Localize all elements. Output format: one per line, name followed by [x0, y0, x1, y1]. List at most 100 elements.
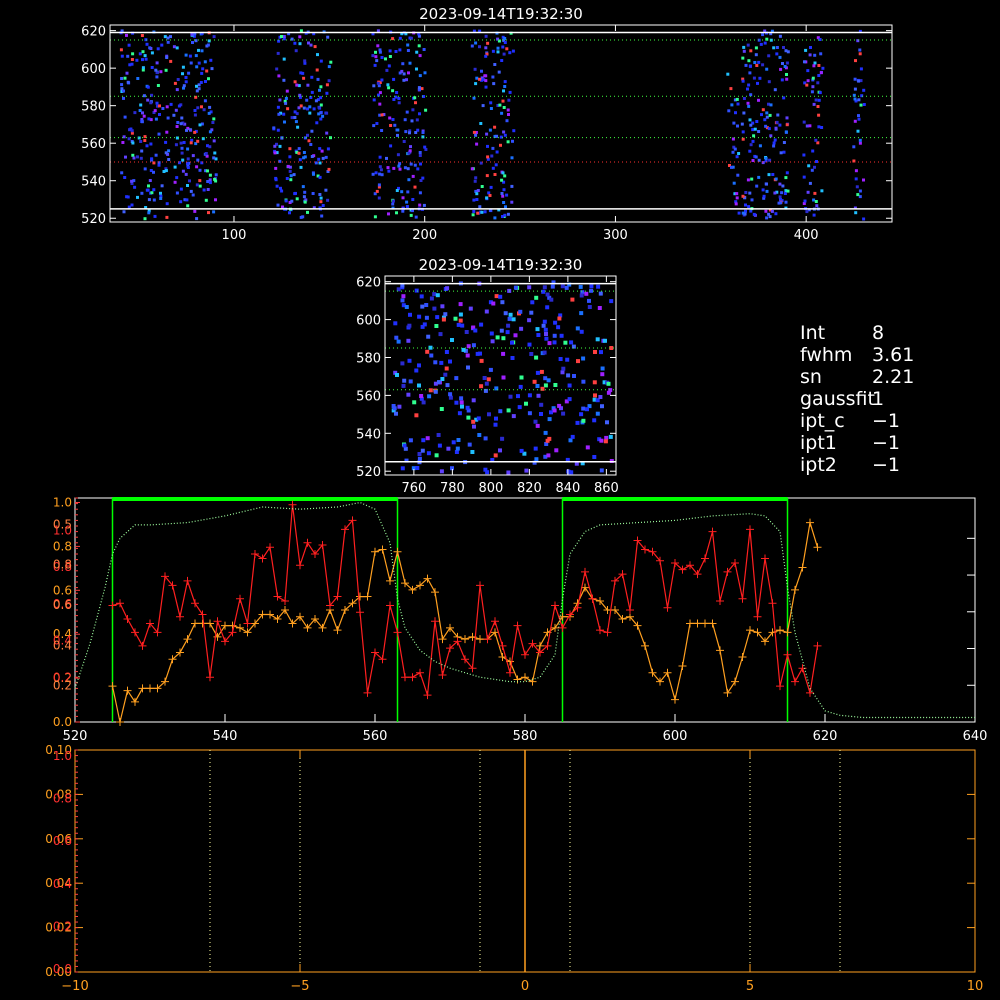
top-panel-pixel — [195, 84, 198, 88]
top-panel-pixel — [288, 211, 291, 215]
top-panel-pixel — [196, 139, 200, 143]
profile-point — [791, 677, 799, 686]
top-panel-pixel — [805, 210, 809, 214]
top-panel-pixel — [172, 113, 176, 117]
top-panel-pixel — [149, 142, 153, 146]
top-panel-pixel — [855, 185, 859, 189]
top-panel-pixel — [150, 191, 154, 195]
top-panel-pixel — [180, 151, 184, 155]
info-value: 2.21 — [872, 366, 915, 388]
top-panel-pixel — [283, 120, 286, 124]
top-panel-pixel — [131, 52, 135, 56]
top-panel-pixel — [293, 192, 297, 196]
top-panel-pixel — [373, 215, 377, 219]
profile-ytick-label-mixed: 0.8 — [53, 558, 72, 572]
top-panel-pixel — [325, 131, 329, 135]
top-panel-pixel — [784, 49, 788, 53]
mid-panel-pixel — [420, 304, 425, 309]
mid-panel-pixel — [603, 439, 608, 444]
top-panel-pixel — [418, 154, 422, 157]
top-panel-pixel — [783, 65, 787, 68]
top-panel-pixel — [785, 123, 789, 127]
top-panel-pixel — [272, 126, 276, 130]
top-panel-pixel — [410, 119, 414, 123]
top-panel-pixel — [319, 85, 323, 89]
top-panel-pixel — [327, 65, 331, 69]
mid-panel-pixel — [394, 411, 398, 416]
mid-panel-pixel — [536, 393, 541, 398]
top-panel-pixel — [403, 118, 407, 122]
top-panel-pixel — [179, 187, 183, 191]
top-panel-pixel — [177, 104, 181, 108]
mid-panel-pixel — [434, 453, 439, 458]
mid-panel-pixel — [581, 356, 586, 361]
top-panel-pixel — [387, 64, 391, 68]
top-panel-pixel — [314, 161, 318, 165]
profile-point — [731, 677, 739, 686]
top-panel-pixel — [303, 59, 307, 63]
top-panel-pixel — [212, 139, 216, 143]
top-panel-pixel — [195, 65, 199, 69]
top-panel-pixel — [396, 128, 400, 132]
top-panel-pixel — [207, 211, 210, 215]
mid-panel-pixel — [547, 436, 552, 441]
top-panel-pixel — [409, 213, 413, 217]
mid-panel-pixel — [417, 314, 422, 319]
mid-panel-pixel — [477, 433, 482, 437]
profile-point — [251, 550, 259, 558]
top-panel-pixel — [498, 103, 502, 107]
top-panel-pixel — [484, 54, 488, 58]
top-panel-pixel — [164, 68, 168, 72]
bottom-xtick-label: 5 — [746, 979, 754, 994]
top-panel-pixel — [321, 114, 325, 118]
top-panel-pixel — [503, 133, 507, 137]
mid-panel-pixel — [581, 406, 586, 411]
info-key: ipt_c — [800, 410, 845, 432]
top-panel-pixel — [306, 133, 309, 137]
mid-panel-pixel — [503, 311, 508, 316]
top-panel-pixel — [317, 157, 321, 161]
top-panel-pixel — [288, 155, 292, 159]
top-panel-pixel — [857, 114, 860, 118]
top-panel-pixel — [817, 113, 821, 117]
profile-point — [746, 626, 754, 635]
top-panel-pixel — [408, 61, 412, 65]
top-panel-pixel — [505, 119, 509, 123]
top-panel-pixel — [145, 144, 149, 148]
profile-point — [806, 688, 814, 697]
profile-point — [716, 646, 724, 655]
mid-panel-pixel — [554, 448, 559, 453]
mid-panel-pixel — [466, 344, 471, 349]
top-panel-pixel — [392, 77, 396, 81]
top-panel-pixel — [160, 184, 164, 188]
top-panel-pixel — [319, 200, 323, 204]
top-panel-pixel — [378, 172, 382, 176]
mid-panel-pixel — [407, 323, 412, 328]
top-panel-pixel — [489, 101, 493, 105]
top-panel-pixel — [138, 109, 142, 112]
top-panel-pixel — [385, 156, 388, 160]
mid-panel-pixel — [470, 450, 475, 454]
top-panel-pixel — [153, 109, 157, 113]
mid-panel-pixel — [570, 434, 575, 439]
top-panel-pixel — [290, 116, 294, 120]
mid-panel-pixel — [585, 445, 590, 450]
mid-panel-pixel — [506, 470, 511, 475]
top-panel-pixel — [293, 116, 297, 119]
profile-point — [116, 718, 124, 726]
top-panel-pixel — [419, 179, 423, 182]
profile-point — [213, 617, 222, 626]
top-panel-pixel — [471, 213, 475, 217]
top-panel-pixel — [279, 186, 282, 190]
profile-point — [438, 670, 447, 679]
top-panel-pixel — [378, 102, 382, 106]
top-panel-pixel — [185, 198, 189, 202]
top-panel-pixel — [812, 198, 816, 202]
top-panel-pixel — [398, 36, 402, 40]
top-panel-pixel — [187, 71, 191, 75]
top-panel-pixel — [510, 200, 514, 204]
top-panel-pixel — [407, 71, 410, 75]
profile-point — [693, 619, 702, 628]
top-panel-pixel — [143, 167, 147, 171]
top-panel-pixel — [405, 205, 409, 208]
